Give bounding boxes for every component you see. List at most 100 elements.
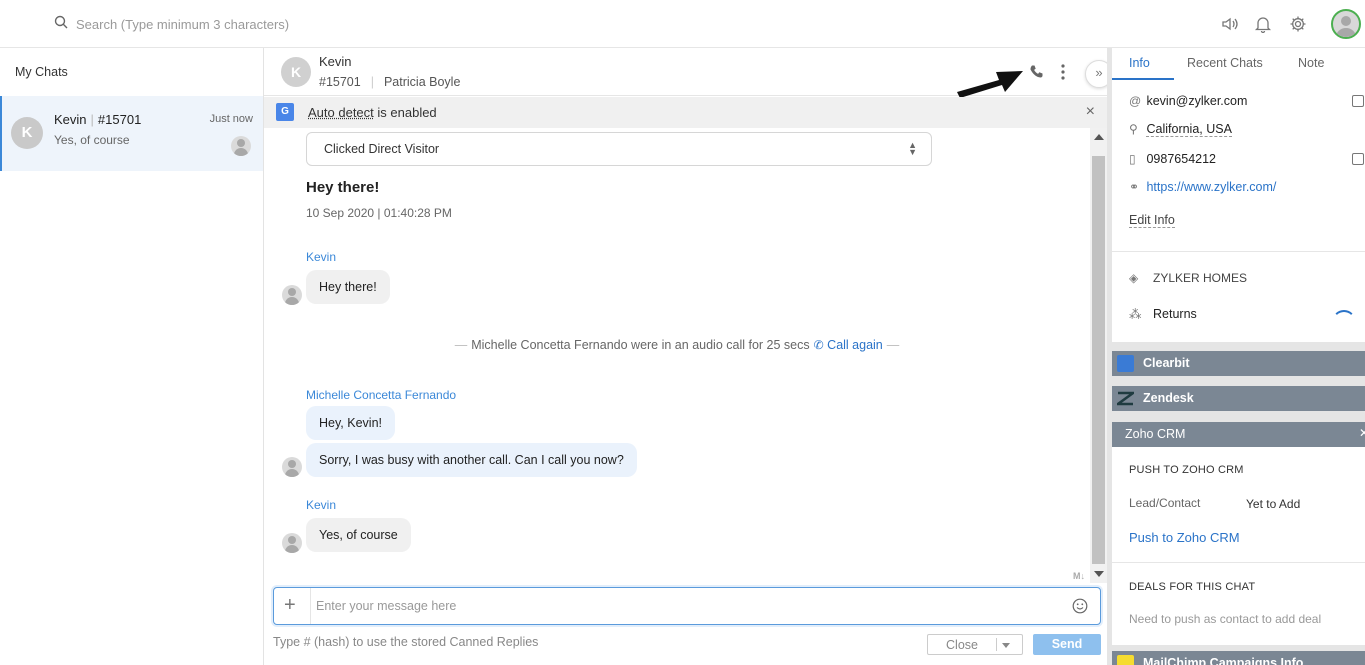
chat-scrollbar[interactable] — [1090, 128, 1107, 583]
chat-list-item[interactable]: K Kevin | #15701 Just now Yes, of course — [0, 96, 263, 171]
visitor-type-select[interactable]: Clicked Direct Visitor ▲ ▼ — [306, 132, 932, 166]
markdown-icon[interactable]: M↓ — [1073, 571, 1085, 581]
more-options-icon[interactable] — [1059, 63, 1067, 81]
push-to-crm-link[interactable]: Push to Zoho CRM — [1129, 530, 1240, 545]
phone-row: ▯ 0987654212 — [1129, 152, 1216, 166]
location-pin-icon: ⚲ — [1129, 122, 1138, 136]
phone-value: 0987654212 — [1146, 152, 1217, 166]
visitor-name: Kevin — [319, 54, 352, 69]
my-chats-panel: My Chats K Kevin | #15701 Just now Yes, of… — [0, 48, 264, 665]
divider — [310, 588, 311, 624]
department-row: ◈ ZYLKER HOMES — [1129, 271, 1247, 285]
integration-title: Clearbit — [1143, 356, 1190, 370]
tab-recent-chats[interactable]: Recent Chats — [1187, 56, 1263, 70]
assigned-agent: Patricia Boyle — [383, 75, 461, 89]
phone-icon: ✆ — [813, 338, 824, 352]
visitor-info-panel: Info Recent Chats Note @ kevin@zylker.co… — [1107, 48, 1365, 665]
separator: | — [370, 75, 374, 89]
auto-detect-link[interactable]: Auto detect — [308, 105, 374, 120]
chevron-updown-icon: ▲ ▼ — [908, 140, 917, 157]
divider: — — [886, 338, 900, 352]
scroll-up-icon[interactable] — [1094, 134, 1104, 140]
gear-icon[interactable] — [1289, 15, 1307, 33]
crm-section-title: PUSH TO ZOHO CRM — [1129, 464, 1244, 476]
chat-visitor-id: #15701 — [97, 112, 142, 127]
send-button[interactable]: Send — [1033, 634, 1101, 655]
loading-spinner-icon — [1332, 310, 1356, 334]
call-notice-text: Michelle Concetta Fernando were in an au… — [471, 338, 810, 352]
copy-icon[interactable] — [1352, 95, 1364, 107]
visitor-meta: #15701 | Patricia Boyle — [319, 75, 460, 89]
location-row: ⚲ California, USA — [1129, 122, 1232, 137]
divider — [1112, 562, 1365, 563]
chat-visitor-name: Kevin — [54, 112, 87, 127]
conversation-area: Clicked Direct Visitor ▲ ▼ Hey there! 10 … — [264, 128, 1090, 583]
agent-avatar — [231, 136, 251, 156]
auto-detect-status: is enabled — [373, 105, 437, 120]
link-icon: ⚭ — [1129, 180, 1140, 194]
clearbit-logo-icon — [1117, 355, 1134, 372]
close-icon[interactable]: ✕ — [1359, 426, 1365, 440]
bell-icon[interactable] — [1254, 15, 1272, 33]
call-notice: — Michelle Concetta Fernando were in an a… — [264, 338, 1090, 352]
phone-icon[interactable] — [1029, 64, 1045, 80]
search-input[interactable] — [76, 13, 676, 35]
divider — [996, 638, 997, 651]
message-composer: + — [273, 587, 1101, 625]
mailchimp-logo-icon — [1117, 655, 1134, 665]
zoho-crm-body: PUSH TO ZOHO CRM Lead/Contact Yet to Add… — [1112, 447, 1365, 645]
active-tab-indicator — [1112, 78, 1174, 80]
website-link[interactable]: https://www.zylker.com/ — [1146, 180, 1276, 194]
close-icon[interactable]: × — [1086, 103, 1095, 121]
chat-time: Just now — [209, 113, 253, 125]
user-avatar[interactable] — [1331, 9, 1361, 39]
emoji-icon[interactable] — [1072, 598, 1088, 614]
scroll-thumb[interactable] — [1092, 156, 1105, 564]
scroll-down-icon[interactable] — [1094, 571, 1104, 577]
crm-deals-note: Need to push as contact to add deal — [1129, 612, 1322, 626]
my-chats-title: My Chats — [15, 65, 68, 79]
speaker-icon[interactable] — [1221, 15, 1239, 33]
zendesk-integration-header[interactable]: Zendesk ‹ — [1112, 386, 1365, 411]
mailchimp-integration-header[interactable]: MailChimp Campaigns Info — [1112, 651, 1365, 665]
close-chat-button[interactable]: Close — [927, 634, 1023, 655]
clearbit-integration-header[interactable]: Clearbit ‹ — [1112, 351, 1365, 376]
layers-icon: ◈ — [1129, 271, 1139, 285]
message-sender: Kevin — [306, 250, 337, 264]
divider — [1112, 251, 1365, 252]
tab-info[interactable]: Info — [1129, 56, 1150, 70]
canned-replies-hint: Type # (hash) to use the stored Canned R… — [273, 635, 539, 649]
message-input[interactable] — [316, 596, 1056, 616]
crm-section-title: DEALS FOR THIS CHAT — [1129, 581, 1256, 593]
tab-note[interactable]: Note — [1298, 56, 1324, 70]
add-attachment-button[interactable]: + — [284, 594, 296, 616]
zoho-crm-header[interactable]: Zoho CRM ✕ — [1112, 422, 1365, 447]
top-bar — [0, 0, 1365, 48]
visitor-avatar: K — [281, 57, 311, 87]
zendesk-logo-icon — [1117, 391, 1134, 406]
copy-icon[interactable] — [1352, 153, 1364, 165]
visitor-id: #15701 — [319, 75, 361, 89]
topic-row: ⁂ Returns — [1129, 306, 1197, 321]
search-icon — [54, 15, 68, 29]
chevron-down-icon[interactable] — [1002, 643, 1010, 648]
call-again-link[interactable]: Call again — [827, 338, 883, 352]
info-tabs: Info Recent Chats Note — [1112, 48, 1365, 80]
chat-preview: Yes, of course — [54, 133, 130, 147]
department-value: ZYLKER HOMES — [1153, 271, 1248, 285]
message-bubble: Yes, of course — [306, 518, 411, 552]
message-bubble: Hey there! — [306, 270, 390, 304]
agent-avatar — [282, 457, 302, 477]
auto-detect-text: Auto detect is enabled — [308, 105, 437, 120]
integration-title: Zoho CRM — [1125, 427, 1186, 441]
separator: | — [90, 112, 94, 127]
message-bubble: Hey, Kevin! — [306, 406, 395, 440]
website-row: ⚭ https://www.zylker.com/ — [1129, 180, 1276, 194]
info-card: Info Recent Chats Note @ kevin@zylker.co… — [1112, 48, 1365, 342]
crm-lead-value: Yet to Add — [1246, 497, 1301, 511]
greeting-title: Hey there! — [306, 179, 380, 196]
edit-info-button[interactable]: Edit Info — [1129, 213, 1175, 228]
visitor-avatar — [282, 533, 302, 553]
visitor-avatar: K — [11, 117, 43, 149]
message-sender: Michelle Concetta Fernando — [306, 388, 457, 402]
